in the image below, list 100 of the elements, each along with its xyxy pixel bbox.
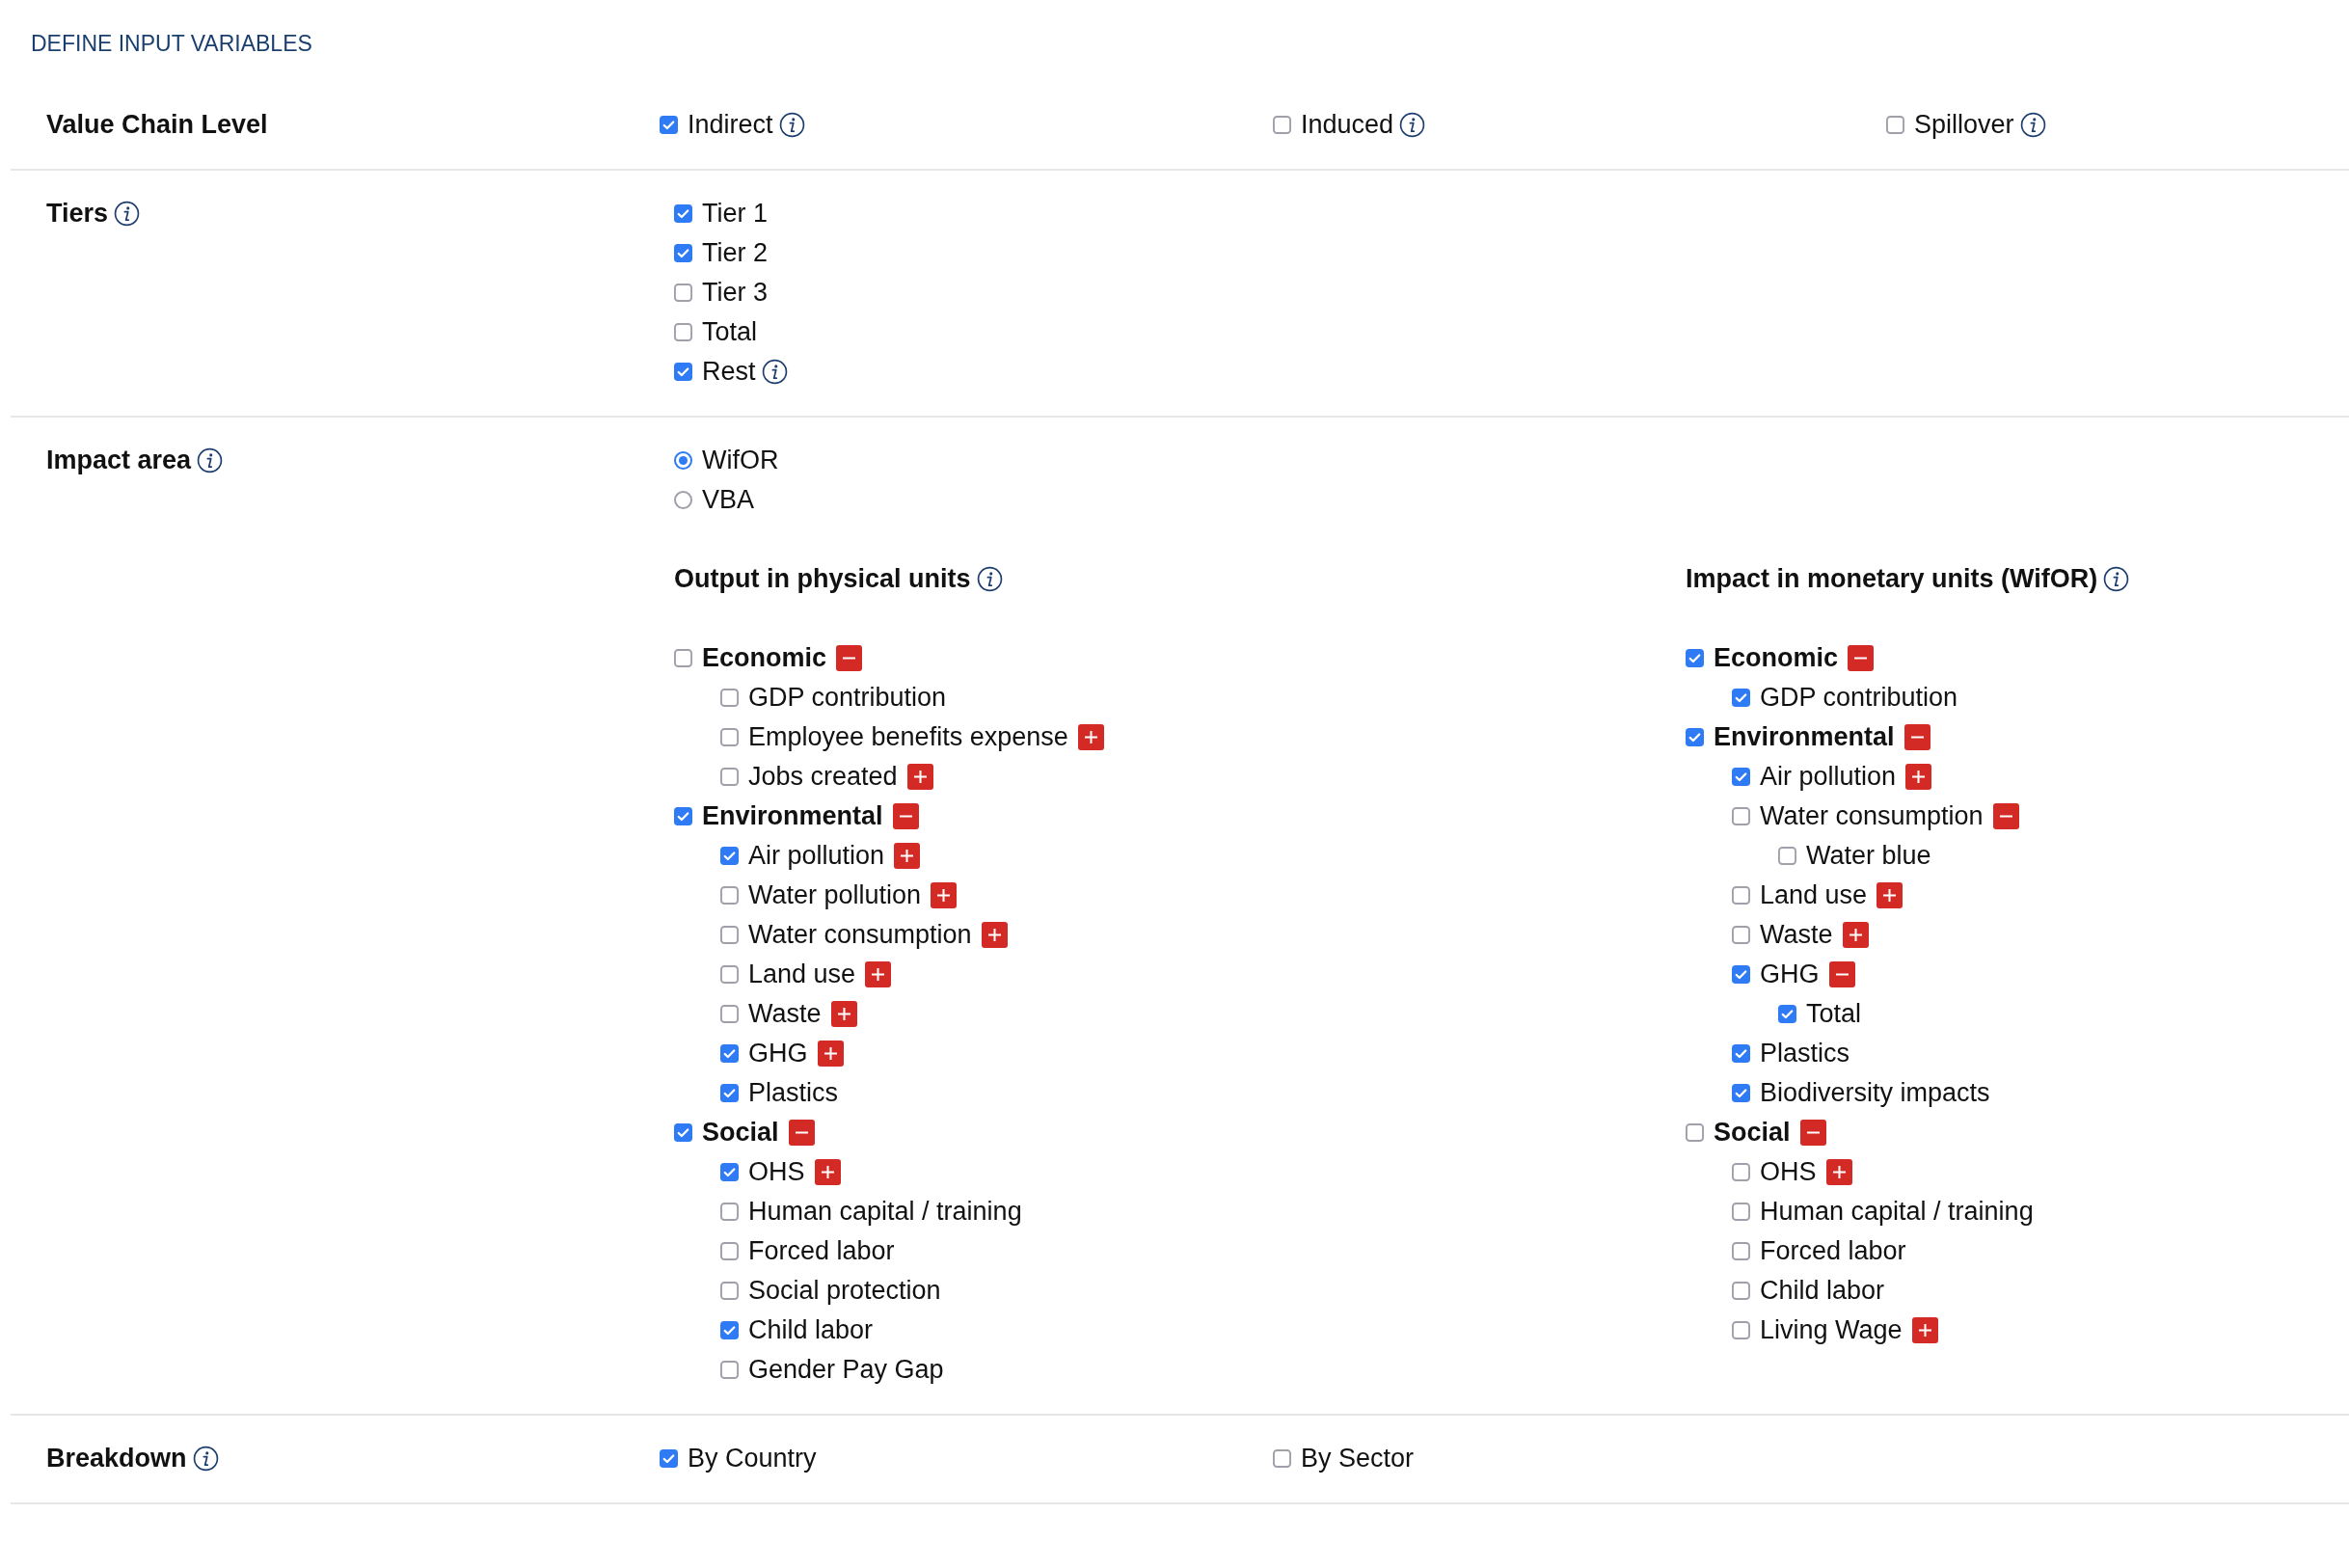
tree-item-label[interactable]: OHS	[748, 1157, 805, 1187]
tree-item-label[interactable]: Water consumption	[748, 920, 972, 950]
checkbox[interactable]	[674, 649, 692, 667]
tree-item-label[interactable]: Biodiversity impacts	[1760, 1078, 1990, 1108]
checkbox[interactable]	[1686, 649, 1704, 667]
collapse-icon[interactable]	[892, 803, 919, 829]
tree-item-label[interactable]: Human capital / training	[1760, 1197, 2034, 1227]
tree-item-label[interactable]: Employee benefits expense	[748, 722, 1068, 752]
option-label[interactable]: Induced	[1301, 110, 1394, 140]
checkbox[interactable]	[1273, 1449, 1291, 1468]
collapse-icon[interactable]	[1799, 1120, 1826, 1146]
tree-item-label[interactable]: Environmental	[1714, 722, 1895, 752]
checkbox[interactable]	[674, 807, 692, 825]
checkbox[interactable]	[1886, 116, 1904, 134]
checkbox[interactable]	[660, 116, 678, 134]
checkbox[interactable]	[1732, 1203, 1750, 1221]
tree-item-label[interactable]: Child labor	[748, 1315, 874, 1345]
tree-item-label[interactable]: Jobs created	[748, 762, 898, 792]
info-icon[interactable]	[2103, 566, 2130, 592]
checkbox[interactable]	[1732, 1321, 1750, 1339]
info-icon[interactable]	[197, 447, 224, 473]
tree-item-label[interactable]: Land use	[748, 960, 856, 989]
checkbox[interactable]	[1732, 807, 1750, 825]
expand-icon[interactable]	[1905, 764, 1932, 790]
checkbox[interactable]	[1732, 1242, 1750, 1260]
tree-item-label[interactable]: Environmental	[702, 801, 883, 831]
expand-icon[interactable]	[1077, 724, 1104, 750]
tree-item-label[interactable]: GHG	[748, 1039, 808, 1068]
option-label[interactable]: Tier 2	[702, 238, 768, 268]
option-label[interactable]: Rest	[702, 357, 756, 387]
tree-item-label[interactable]: Water consumption	[1760, 801, 1984, 831]
checkbox[interactable]	[1732, 1163, 1750, 1181]
checkbox[interactable]	[1732, 926, 1750, 944]
collapse-icon[interactable]	[1828, 961, 1855, 987]
checkbox[interactable]	[720, 847, 739, 865]
collapse-icon[interactable]	[788, 1120, 815, 1146]
checkbox[interactable]	[1273, 116, 1291, 134]
tree-item-label[interactable]: Child labor	[1760, 1276, 1885, 1306]
checkbox[interactable]	[720, 1044, 739, 1063]
checkbox[interactable]	[674, 284, 692, 302]
option-label[interactable]: Spillover	[1914, 110, 2014, 140]
option-label[interactable]: VBA	[702, 485, 755, 515]
option-label[interactable]: WifOR	[702, 446, 779, 475]
option-label[interactable]: Total	[702, 317, 758, 347]
tree-item-label[interactable]: Forced labor	[1760, 1236, 1906, 1266]
checkbox[interactable]	[720, 1084, 739, 1102]
tree-item-label[interactable]: Social	[1714, 1118, 1791, 1148]
expand-icon[interactable]	[865, 961, 892, 987]
expand-icon[interactable]	[1876, 882, 1904, 908]
tree-item-label[interactable]: Air pollution	[748, 841, 885, 871]
option-label[interactable]: Tier 3	[702, 278, 768, 308]
tree-item-label[interactable]: Plastics	[1760, 1039, 1850, 1068]
radio-button[interactable]	[674, 491, 692, 509]
expand-icon[interactable]	[817, 1041, 844, 1067]
checkbox[interactable]	[720, 1203, 739, 1221]
checkbox[interactable]	[1778, 1005, 1796, 1023]
checkbox[interactable]	[1732, 886, 1750, 905]
tree-item-label[interactable]: Forced labor	[748, 1236, 895, 1266]
tree-item-label[interactable]: GDP contribution	[748, 683, 947, 713]
tree-item-label[interactable]: Waste	[1760, 920, 1833, 950]
tree-item-label[interactable]: Land use	[1760, 880, 1868, 910]
checkbox[interactable]	[674, 1123, 692, 1142]
tree-item-label[interactable]: Social protection	[748, 1276, 941, 1306]
option-label[interactable]: By Sector	[1301, 1444, 1415, 1473]
tree-item-label[interactable]: Water pollution	[748, 880, 922, 910]
checkbox[interactable]	[720, 1242, 739, 1260]
checkbox[interactable]	[674, 204, 692, 223]
collapse-icon[interactable]	[1992, 803, 2019, 829]
expand-icon[interactable]	[814, 1159, 841, 1185]
checkbox[interactable]	[1732, 965, 1750, 984]
checkbox[interactable]	[720, 1282, 739, 1300]
tree-item-label[interactable]: OHS	[1760, 1157, 1817, 1187]
tree-item-label[interactable]: Social	[702, 1118, 779, 1148]
checkbox[interactable]	[720, 768, 739, 786]
expand-icon[interactable]	[1825, 1159, 1852, 1185]
checkbox[interactable]	[674, 363, 692, 381]
checkbox[interactable]	[1732, 768, 1750, 786]
checkbox[interactable]	[720, 1005, 739, 1023]
expand-icon[interactable]	[1911, 1317, 1938, 1343]
expand-icon[interactable]	[830, 1001, 857, 1027]
tree-item-label[interactable]: Plastics	[748, 1078, 839, 1108]
checkbox[interactable]	[1732, 1282, 1750, 1300]
collapse-icon[interactable]	[1904, 724, 1930, 750]
checkbox[interactable]	[720, 728, 739, 746]
tree-item-label[interactable]: Human capital / training	[748, 1197, 1022, 1227]
option-label[interactable]: Indirect	[688, 110, 773, 140]
tree-item-label[interactable]: Gender Pay Gap	[748, 1355, 944, 1385]
expand-icon[interactable]	[894, 843, 921, 869]
info-icon[interactable]	[2019, 112, 2046, 138]
checkbox[interactable]	[720, 1321, 739, 1339]
collapse-icon[interactable]	[836, 645, 863, 671]
tree-item-label[interactable]: Air pollution	[1760, 762, 1897, 792]
tree-item-label[interactable]: Waste	[748, 999, 822, 1029]
expand-icon[interactable]	[1842, 922, 1869, 948]
checkbox[interactable]	[720, 1163, 739, 1181]
tree-item-label[interactable]: Living Wage	[1760, 1315, 1903, 1345]
info-icon[interactable]	[192, 1446, 219, 1472]
info-icon[interactable]	[761, 359, 788, 385]
tree-item-label[interactable]: Economic	[1714, 643, 1839, 673]
info-icon[interactable]	[1399, 112, 1426, 138]
